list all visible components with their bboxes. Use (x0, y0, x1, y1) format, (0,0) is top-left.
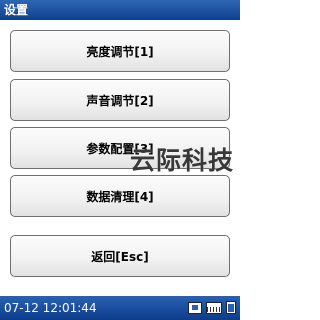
sound-button-label: 声音调节[2] (86, 93, 154, 108)
window-title: 设置 (0, 0, 240, 20)
keyboard-icon[interactable] (206, 301, 222, 314)
data-cleanup-button-label: 数据清理[4] (86, 189, 154, 204)
brightness-button[interactable]: 亮度调节[1] (10, 30, 230, 72)
status-bar: 07-12 12:01:44 (0, 296, 240, 320)
system-tray (188, 301, 236, 314)
status-datetime: 07-12 12:01:44 (4, 301, 97, 315)
back-button[interactable]: 返回[Esc] (10, 235, 230, 277)
network-icon[interactable] (188, 301, 202, 314)
brightness-button-label: 亮度调节[1] (86, 44, 154, 59)
sound-button[interactable]: 声音调节[2] (10, 79, 230, 121)
back-button-label: 返回[Esc] (91, 249, 149, 264)
data-cleanup-button[interactable]: 数据清理[4] (10, 175, 230, 217)
parameter-config-button-label: 参数配置[3] (86, 141, 154, 156)
battery-icon[interactable] (226, 301, 236, 314)
parameter-config-button[interactable]: 参数配置[3] (10, 127, 230, 169)
